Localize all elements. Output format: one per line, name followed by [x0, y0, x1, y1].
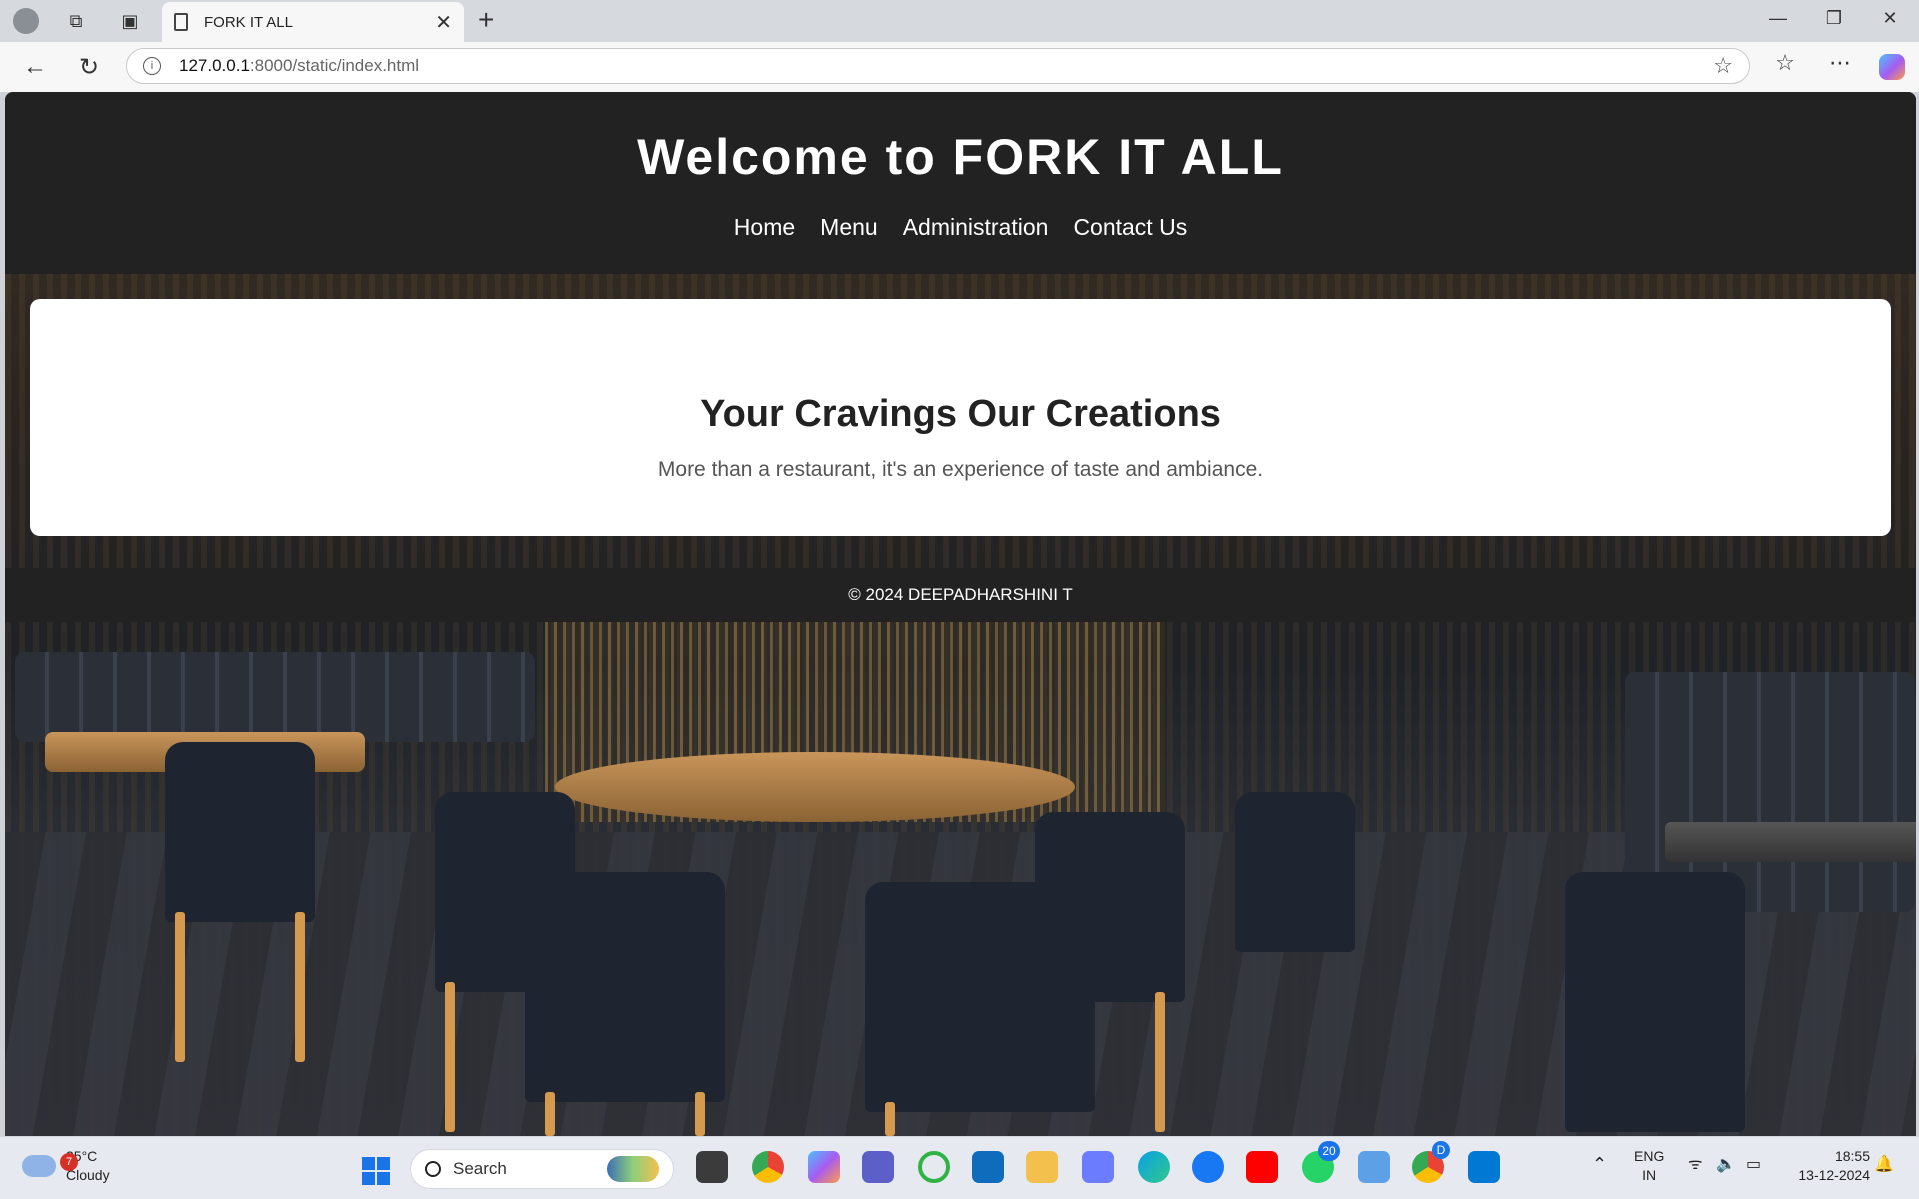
- favorites-icon[interactable]: ☆: [1768, 50, 1802, 76]
- youtube-icon[interactable]: [1246, 1151, 1278, 1183]
- close-window-icon[interactable]: ✕: [1870, 8, 1910, 29]
- chair-leg: [885, 1102, 895, 1136]
- volume-icon[interactable]: 🔈: [1716, 1155, 1736, 1174]
- url-host: 127.0.0.1: [179, 56, 250, 75]
- start-icon[interactable]: [362, 1157, 390, 1185]
- nav-contact-link[interactable]: Contact Us: [1073, 214, 1187, 241]
- vscode-icon[interactable]: [1468, 1151, 1500, 1183]
- hero-card: Your Cravings Our Creations More than a …: [30, 299, 1891, 536]
- edge-icon[interactable]: [1138, 1151, 1170, 1183]
- hero-subtitle: More than a restaurant, it's an experien…: [657, 458, 1264, 481]
- refresh-app-icon[interactable]: [918, 1151, 950, 1183]
- nav-home-link[interactable]: Home: [734, 214, 795, 241]
- lang-bottom: IN: [1642, 1167, 1657, 1183]
- store-icon[interactable]: [972, 1151, 1004, 1183]
- chair-leg: [295, 912, 305, 1062]
- background-table: [555, 752, 1075, 822]
- minimize-icon[interactable]: —: [1758, 8, 1798, 29]
- footer-text: © 2024 DEEPADHARSHINI T: [848, 585, 1073, 604]
- vertical-tabs-icon[interactable]: ▣: [112, 8, 148, 34]
- chair-leg: [695, 1092, 705, 1136]
- address-bar-row: ← ↻ i 127.0.0.1:8000/static/index.html ☆…: [0, 42, 1919, 92]
- more-options-icon[interactable]: ⋯: [1823, 50, 1857, 76]
- browser-tab[interactable]: FORK IT ALL ✕: [162, 2, 464, 42]
- site-info-icon[interactable]: i: [143, 57, 161, 75]
- weather-widget[interactable]: 7 25°C Cloudy: [22, 1147, 110, 1185]
- restore-icon[interactable]: ❐: [1814, 8, 1854, 29]
- facebook-icon[interactable]: [1192, 1151, 1224, 1183]
- chrome-icon[interactable]: [752, 1151, 784, 1183]
- arc-icon[interactable]: [1082, 1151, 1114, 1183]
- taskbar-search[interactable]: Search: [410, 1149, 674, 1189]
- clock-time: 18:55: [1834, 1148, 1870, 1164]
- taskbar: 7 25°C Cloudy Search 20 D ⌃ ENG IN ᯤ 🔈 ▭…: [0, 1136, 1919, 1199]
- search-icon: [425, 1161, 441, 1177]
- weather-badge: 7: [60, 1153, 78, 1171]
- profile-icon[interactable]: [8, 8, 44, 34]
- site-header: Welcome to FORK IT ALL Home Menu Adminis…: [5, 92, 1916, 274]
- page-icon: [174, 13, 188, 31]
- background-chair: [165, 742, 315, 922]
- chrome-profile-badge: D: [1432, 1141, 1450, 1159]
- clock[interactable]: 18:55 13-12-2024: [1786, 1147, 1870, 1185]
- chair-leg: [445, 982, 455, 1132]
- cloud-icon: [22, 1155, 56, 1177]
- chevron-up-icon[interactable]: ⌃: [1592, 1155, 1607, 1174]
- chair-leg: [175, 912, 185, 1062]
- hero-title: Your Cravings Our Creations: [700, 393, 1221, 435]
- site-footer: © 2024 DEEPADHARSHINI T: [5, 568, 1916, 622]
- notepad-icon[interactable]: [1358, 1151, 1390, 1183]
- favorite-star-icon[interactable]: ☆: [1713, 53, 1733, 79]
- file-explorer-icon[interactable]: [696, 1151, 728, 1183]
- whatsapp-badge: 20: [1318, 1141, 1340, 1161]
- refresh-icon[interactable]: ↻: [74, 52, 104, 82]
- chair-leg: [1155, 992, 1165, 1132]
- background-chair: [1565, 872, 1745, 1132]
- nav-administration-link[interactable]: Administration: [903, 214, 1049, 241]
- notification-icon[interactable]: 🔔: [1874, 1155, 1894, 1174]
- workspaces-icon[interactable]: ⧉: [58, 8, 94, 34]
- tab-title: FORK IT ALL: [204, 13, 293, 31]
- search-label: Search: [453, 1159, 507, 1178]
- copilot-icon[interactable]: [1879, 54, 1905, 80]
- chair-leg: [545, 1092, 555, 1136]
- background-table-right: [1665, 822, 1916, 862]
- nav-menu-link[interactable]: Menu: [820, 214, 878, 241]
- back-icon[interactable]: ←: [20, 52, 50, 82]
- page-viewport: Welcome to FORK IT ALL Home Menu Adminis…: [5, 92, 1916, 1136]
- url-path: :8000/static/index.html: [249, 56, 420, 75]
- background-chair: [525, 872, 725, 1102]
- address-bar[interactable]: i 127.0.0.1:8000/static/index.html ☆: [126, 48, 1750, 84]
- site-nav: Home Menu Administration Contact Us: [5, 214, 1916, 241]
- teams-icon[interactable]: [862, 1151, 894, 1183]
- folder-icon[interactable]: [1026, 1151, 1058, 1183]
- background-booth: [15, 652, 535, 742]
- lang-top: ENG: [1634, 1148, 1665, 1164]
- wifi-icon[interactable]: ᯤ: [1688, 1155, 1703, 1174]
- tab-strip: ⧉ ▣ FORK IT ALL ✕ + — ❐ ✕: [0, 0, 1919, 42]
- language-indicator[interactable]: ENG IN: [1634, 1147, 1664, 1185]
- background-chair: [1235, 792, 1355, 952]
- new-tab-icon[interactable]: +: [478, 4, 494, 36]
- battery-icon[interactable]: ▭: [1746, 1155, 1761, 1174]
- copilot-app-icon[interactable]: [808, 1151, 840, 1183]
- background-chair: [1035, 812, 1185, 1002]
- site-title: Welcome to FORK IT ALL: [637, 129, 1284, 185]
- search-highlight-image: [607, 1156, 659, 1182]
- clock-date: 13-12-2024: [1798, 1167, 1870, 1183]
- close-tab-icon[interactable]: ✕: [435, 10, 452, 35]
